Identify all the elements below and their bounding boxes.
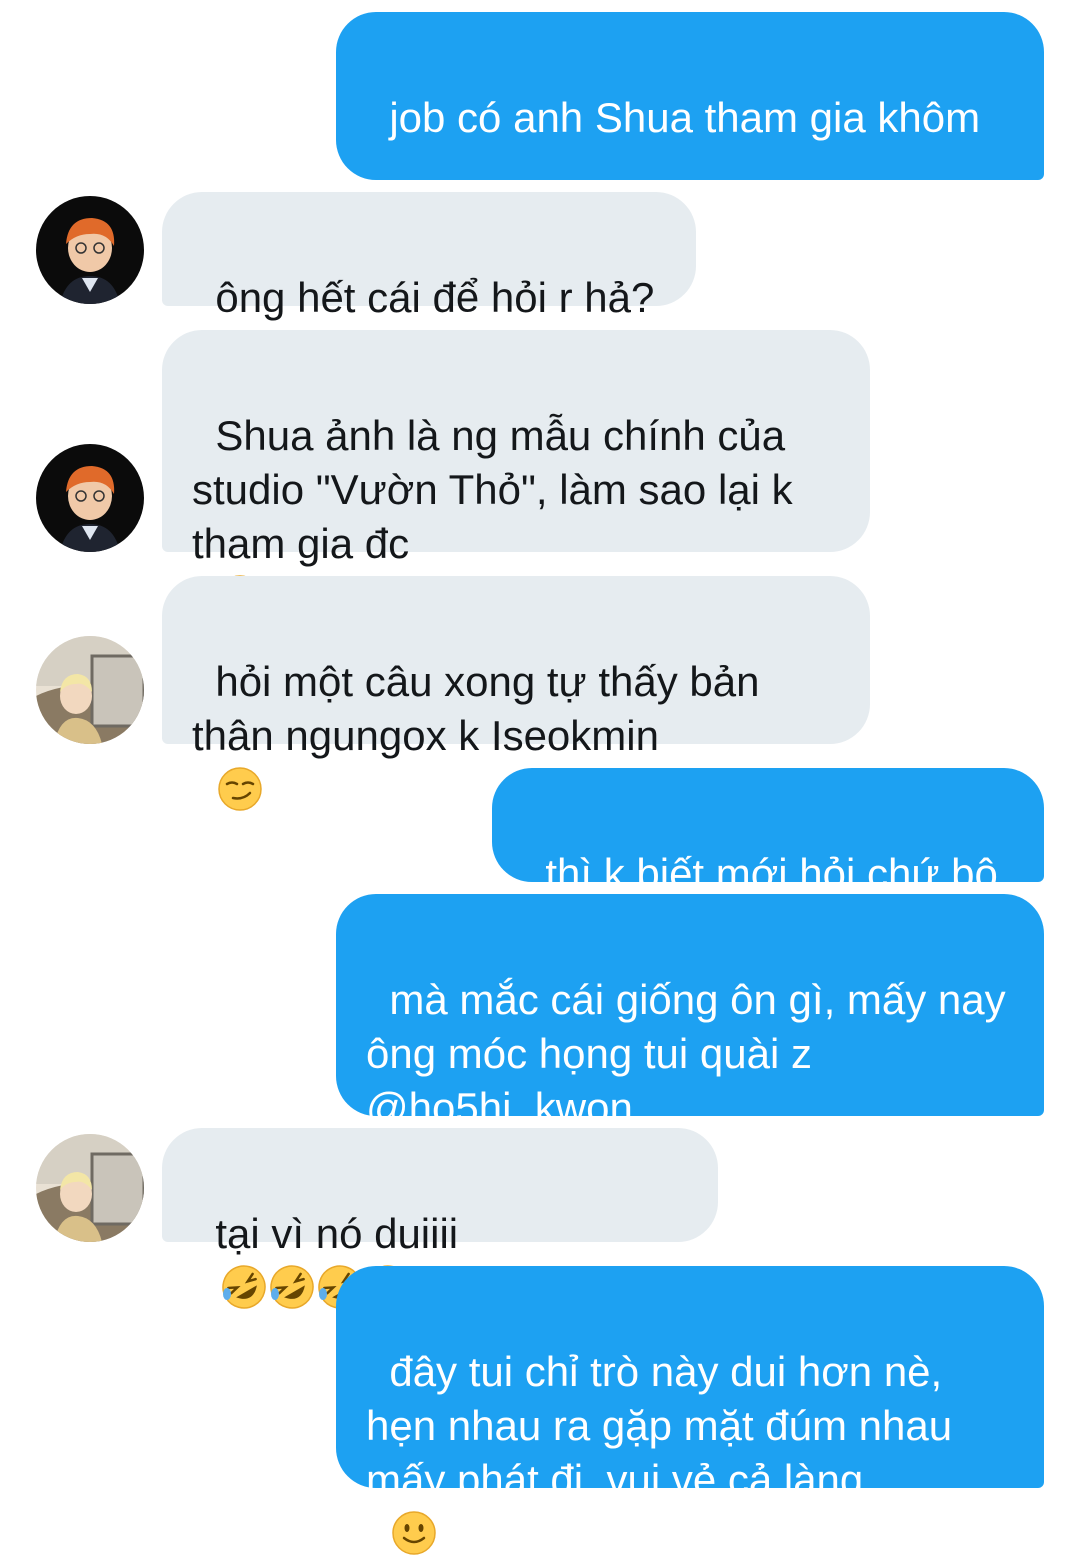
user-avatar-orange-hair-icon[interactable] [36, 444, 144, 552]
user-avatar-car-window-icon[interactable] [36, 636, 144, 744]
message-bubble-received[interactable]: hỏi một câu xong tự thấy bản thân ngungo… [162, 576, 870, 811]
message-text: job có anh Shua tham gia khôm [389, 94, 981, 141]
message-text: ông hết cái để hỏi r hả? [215, 274, 655, 321]
slightly-smiling-face-emoji-icon [392, 1511, 437, 1555]
rolling-on-floor-laughing-emoji-icon [222, 1265, 267, 1309]
message-bubble-sent[interactable]: đây tui chỉ trò này dui hơn nè, hẹn nhau… [336, 1266, 1044, 1555]
user-avatar-orange-hair-icon[interactable] [36, 196, 144, 304]
message-text: mà mắc cái giống ôn gì, mấy nay ông móc … [366, 976, 1018, 1131]
message-bubble-sent[interactable]: job có anh Shua tham gia khôm [336, 12, 1044, 301]
rolling-on-floor-laughing-emoji-icon [270, 1265, 315, 1309]
smirking-face-emoji-icon [218, 767, 263, 811]
message-text: thì k biết mới hỏi chứ bộ [545, 850, 998, 897]
message-bubble-received[interactable]: Shua ảnh là ng mẫu chính của studio "Vườ… [162, 330, 870, 619]
message-bubble-received[interactable]: tại vì nó duiiii [162, 1128, 718, 1309]
message-bubble-sent[interactable]: thì k biết mới hỏi chứ bộ [492, 768, 1044, 897]
message-text: Shua ảnh là ng mẫu chính của studio "Vườ… [192, 412, 805, 567]
message-text: hỏi một câu xong tự thấy bản thân ngungo… [192, 658, 772, 759]
message-bubble-sent[interactable]: mà mắc cái giống ôn gì, mấy nay ông móc … [336, 894, 1044, 1185]
message-text: đây tui chỉ trò này dui hơn nè, hẹn nhau… [366, 1348, 964, 1503]
message-bubble-received[interactable]: ông hết cái để hỏi r hả? [162, 192, 696, 321]
message-text: tại vì nó duiiii [215, 1210, 459, 1257]
user-avatar-car-window-icon[interactable] [36, 1134, 144, 1242]
